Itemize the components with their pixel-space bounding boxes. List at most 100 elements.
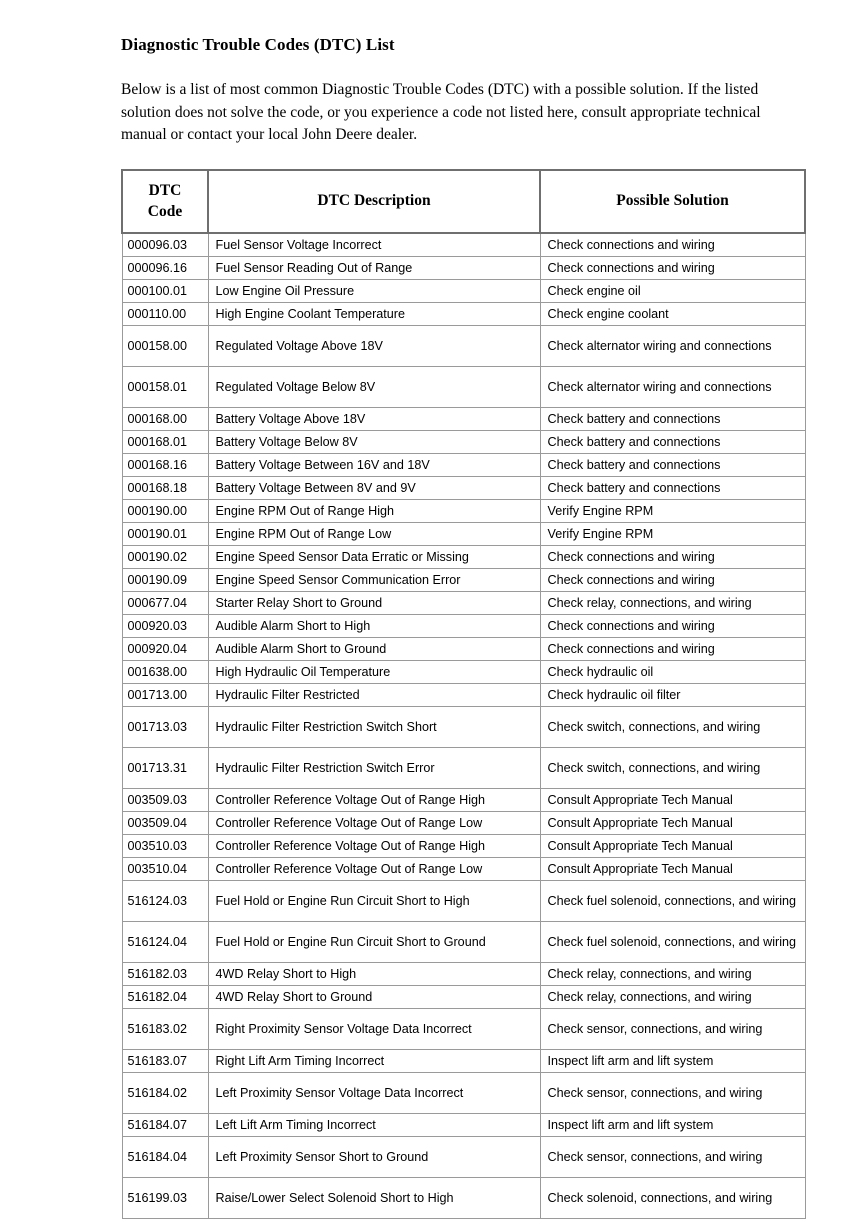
cell-possible-solution: Check switch, connections, and wiring — [539, 705, 806, 748]
cell-dtc-description: Battery Voltage Below 8V — [207, 429, 541, 454]
cell-possible-solution: Verify Engine RPM — [539, 498, 806, 523]
cell-dtc-code: 516124.03 — [121, 879, 209, 922]
table-row: 516124.04 Fuel Hold or Engine Run Circuit… — [121, 920, 806, 963]
column-header-dtc-description: DTC Description — [207, 168, 541, 234]
table-row: 000920.03 Audible Alarm Short to High Chec… — [121, 613, 806, 638]
cell-dtc-description: Battery Voltage Above 18V — [207, 406, 541, 431]
cell-dtc-code: 000158.01 — [121, 365, 209, 408]
cell-dtc-code: 000100.01 — [121, 278, 209, 303]
dtc-table: DTC Code DTC Description Possible Soluti… — [121, 168, 806, 1219]
cell-dtc-code: 000096.03 — [121, 232, 209, 257]
cell-possible-solution: Consult Appropriate Tech Manual — [539, 787, 806, 812]
cell-possible-solution: Check connections and wiring — [539, 613, 806, 638]
cell-dtc-description: Battery Voltage Between 16V and 18V — [207, 452, 541, 477]
table-row: 000110.00 High Engine Coolant Temperature… — [121, 301, 806, 326]
cell-dtc-description: Left Proximity Sensor Voltage Data Incor… — [207, 1071, 541, 1114]
cell-dtc-description: Right Proximity Sensor Voltage Data Inco… — [207, 1007, 541, 1050]
column-header-possible-solution: Possible Solution — [539, 168, 806, 234]
cell-dtc-code: 000168.16 — [121, 452, 209, 477]
cell-dtc-code: 000920.04 — [121, 636, 209, 661]
cell-dtc-code: 516184.04 — [121, 1135, 209, 1178]
table-row: 003509.04 Controller Reference Voltage Ou… — [121, 810, 806, 835]
cell-possible-solution: Consult Appropriate Tech Manual — [539, 810, 806, 835]
table-row: 000190.09 Engine Speed Sensor Communicati… — [121, 567, 806, 592]
intro-paragraph: Below is a list of most common Diagnosti… — [121, 81, 761, 144]
table-row: 000158.00 Regulated Voltage Above 18V Chec… — [121, 324, 806, 367]
table-row: 516184.02 Left Proximity Sensor Voltage D… — [121, 1071, 806, 1114]
dtc-table-header: DTC Code DTC Description Possible Soluti… — [121, 168, 806, 234]
cell-dtc-description: Fuel Sensor Voltage Incorrect — [207, 232, 541, 257]
cell-possible-solution: Check relay, connections, and wiring — [539, 984, 806, 1009]
cell-dtc-code: 000168.00 — [121, 406, 209, 431]
cell-possible-solution: Inspect lift arm and lift system — [539, 1112, 806, 1137]
cell-dtc-description: Left Lift Arm Timing Incorrect — [207, 1112, 541, 1137]
cell-dtc-code: 000110.00 — [121, 301, 209, 326]
cell-dtc-description: Left Proximity Sensor Short to Ground — [207, 1135, 541, 1178]
cell-dtc-code: 001713.00 — [121, 682, 209, 707]
cell-possible-solution: Check connections and wiring — [539, 544, 806, 569]
cell-dtc-code: 000677.04 — [121, 590, 209, 615]
table-row: 516124.03 Fuel Hold or Engine Run Circuit… — [121, 879, 806, 922]
cell-dtc-code: 000190.09 — [121, 567, 209, 592]
cell-dtc-code: 000168.01 — [121, 429, 209, 454]
table-row: 001713.00 Hydraulic Filter Restricted Chec… — [121, 682, 806, 707]
table-row: 516182.03 4WD Relay Short to High Check re… — [121, 961, 806, 986]
cell-dtc-description: Engine RPM Out of Range High — [207, 498, 541, 523]
table-row: 003510.04 Controller Reference Voltage Ou… — [121, 856, 806, 881]
table-row: 000168.18 Battery Voltage Between 8V and … — [121, 475, 806, 500]
cell-dtc-description: Audible Alarm Short to High — [207, 613, 541, 638]
cell-dtc-code: 516184.07 — [121, 1112, 209, 1137]
cell-possible-solution: Consult Appropriate Tech Manual — [539, 833, 806, 858]
table-row: 000096.16 Fuel Sensor Reading Out of Rang… — [121, 255, 806, 280]
cell-possible-solution: Check solenoid, connections, and wiring — [539, 1176, 806, 1219]
cell-possible-solution: Check switch, connections, and wiring — [539, 746, 806, 789]
cell-dtc-code: 516199.03 — [121, 1176, 209, 1219]
document-page: Diagnostic Trouble Codes (DTC) List Belo… — [0, 0, 868, 1219]
cell-dtc-code: 001638.00 — [121, 659, 209, 684]
cell-possible-solution: Check sensor, connections, and wiring — [539, 1135, 806, 1178]
cell-dtc-description: Low Engine Oil Pressure — [207, 278, 541, 303]
cell-possible-solution: Check battery and connections — [539, 452, 806, 477]
cell-dtc-description: Engine RPM Out of Range Low — [207, 521, 541, 546]
cell-possible-solution: Check engine oil — [539, 278, 806, 303]
cell-dtc-code: 516124.04 — [121, 920, 209, 963]
cell-possible-solution: Consult Appropriate Tech Manual — [539, 856, 806, 881]
cell-possible-solution: Check fuel solenoid, connections, and wi… — [539, 920, 806, 963]
cell-dtc-description: High Hydraulic Oil Temperature — [207, 659, 541, 684]
cell-dtc-code: 000190.00 — [121, 498, 209, 523]
cell-possible-solution: Verify Engine RPM — [539, 521, 806, 546]
cell-possible-solution: Check sensor, connections, and wiring — [539, 1071, 806, 1114]
cell-dtc-code: 516184.02 — [121, 1071, 209, 1114]
cell-possible-solution: Check battery and connections — [539, 475, 806, 500]
table-row: 000190.01 Engine RPM Out of Range Low Veri… — [121, 521, 806, 546]
cell-dtc-description: Starter Relay Short to Ground — [207, 590, 541, 615]
cell-dtc-description: High Engine Coolant Temperature — [207, 301, 541, 326]
cell-possible-solution: Check fuel solenoid, connections, and wi… — [539, 879, 806, 922]
table-row: 516184.04 Left Proximity Sensor Short to … — [121, 1135, 806, 1178]
table-row: 003509.03 Controller Reference Voltage Ou… — [121, 787, 806, 812]
table-row: 000677.04 Starter Relay Short to Ground Ch… — [121, 590, 806, 615]
cell-possible-solution: Check engine coolant — [539, 301, 806, 326]
table-row: 000168.16 Battery Voltage Between 16V and… — [121, 452, 806, 477]
cell-dtc-description: Controller Reference Voltage Out of Rang… — [207, 856, 541, 881]
cell-dtc-code: 003509.04 — [121, 810, 209, 835]
cell-dtc-description: Regulated Voltage Above 18V — [207, 324, 541, 367]
cell-dtc-description: 4WD Relay Short to Ground — [207, 984, 541, 1009]
cell-dtc-code: 000190.01 — [121, 521, 209, 546]
table-row: 516183.02 Right Proximity Sensor Voltage … — [121, 1007, 806, 1050]
cell-possible-solution: Check relay, connections, and wiring — [539, 590, 806, 615]
table-row: 000100.01 Low Engine Oil Pressure Check en… — [121, 278, 806, 303]
cell-dtc-description: Hydraulic Filter Restriction Switch Shor… — [207, 705, 541, 748]
cell-dtc-code: 000158.00 — [121, 324, 209, 367]
cell-possible-solution: Check alternator wiring and connections — [539, 324, 806, 367]
cell-dtc-description: Hydraulic Filter Restriction Switch Erro… — [207, 746, 541, 789]
cell-dtc-code: 516182.03 — [121, 961, 209, 986]
table-row: 001713.31 Hydraulic Filter Restriction Sw… — [121, 746, 806, 789]
table-row: 516199.03 Raise/Lower Select Solenoid Sho… — [121, 1176, 806, 1219]
cell-possible-solution: Check alternator wiring and connections — [539, 365, 806, 408]
cell-dtc-code: 000168.18 — [121, 475, 209, 500]
table-row: 000168.00 Battery Voltage Above 18V Check … — [121, 406, 806, 431]
cell-dtc-description: Raise/Lower Select Solenoid Short to Hig… — [207, 1176, 541, 1219]
cell-possible-solution: Check sensor, connections, and wiring — [539, 1007, 806, 1050]
cell-dtc-code: 003510.04 — [121, 856, 209, 881]
